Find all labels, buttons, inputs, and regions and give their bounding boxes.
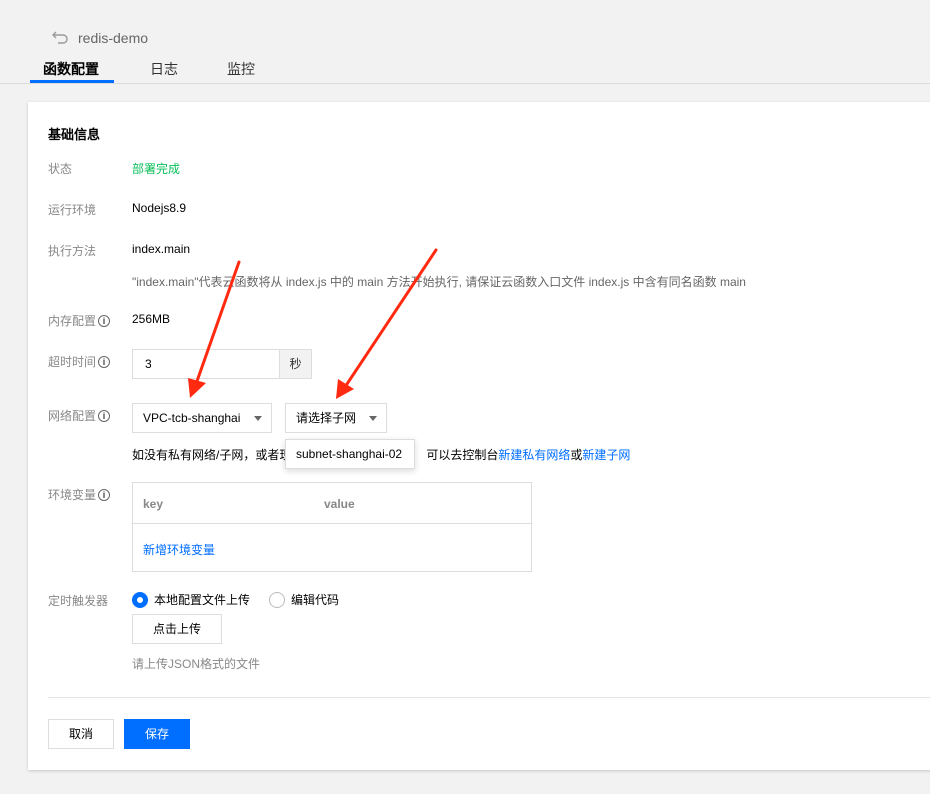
- subnet-dropdown-option[interactable]: subnet-shanghai-02: [285, 439, 415, 469]
- top-bar: redis-demo 函数配置 日志 监控: [0, 0, 930, 84]
- env-table-header: key value: [133, 483, 531, 524]
- memory-label: 内存配置 i: [48, 312, 111, 329]
- env-col-key: key: [143, 497, 164, 511]
- radio-checked-icon: [132, 591, 148, 608]
- runtime-label: 运行环境: [48, 203, 97, 217]
- trigger-label: 定时触发器: [48, 594, 109, 608]
- divider: [48, 697, 930, 698]
- caret-down-icon: [254, 416, 262, 421]
- handler-hint: "index.main"代表云函数将从 index.js 中的 main 方法开…: [132, 275, 746, 289]
- radio-edit-code[interactable]: 编辑代码: [269, 591, 339, 608]
- info-circle-icon[interactable]: i: [98, 314, 111, 327]
- config-card: 基础信息 状态 部署完成 运行环境 Nodejs8.9 执行方法 index.m…: [28, 102, 930, 770]
- back-arrow-icon[interactable]: [52, 30, 68, 44]
- info-circle-icon[interactable]: i: [98, 355, 111, 368]
- app-title: redis-demo: [78, 30, 149, 46]
- timeout-unit: 秒: [279, 349, 312, 379]
- timeout-input[interactable]: [132, 349, 280, 379]
- cancel-button[interactable]: 取消: [48, 719, 114, 749]
- upload-hint: 请上传JSON格式的文件: [132, 657, 261, 671]
- active-tab-indicator: [30, 80, 114, 83]
- timeout-label: 超时时间 i: [48, 353, 111, 370]
- subnet-select[interactable]: 请选择子网: [285, 403, 387, 433]
- handler-value: index.main: [132, 242, 191, 256]
- radio-local-upload[interactable]: 本地配置文件上传: [132, 591, 250, 608]
- env-label: 环境变量 i: [48, 486, 111, 503]
- create-vpc-link[interactable]: 新建私有网络: [498, 448, 570, 462]
- add-env-var-link[interactable]: 新增环境变量: [143, 541, 215, 558]
- tab-function-config[interactable]: 函数配置: [43, 59, 99, 79]
- info-circle-icon[interactable]: i: [98, 409, 111, 422]
- vpc-select-value: VPC-tcb-shanghai: [143, 411, 241, 425]
- tab-logs[interactable]: 日志: [150, 59, 178, 79]
- info-circle-icon[interactable]: i: [98, 488, 111, 501]
- section-title: 基础信息: [48, 127, 101, 142]
- network-label: 网络配置 i: [48, 407, 111, 424]
- subnet-select-placeholder: 请选择子网: [296, 411, 357, 425]
- status-label: 状态: [48, 162, 73, 176]
- radio-unchecked-icon: [269, 591, 285, 608]
- handler-label: 执行方法: [48, 244, 97, 258]
- env-col-value: value: [324, 497, 355, 511]
- env-table: key value 新增环境变量: [132, 482, 532, 572]
- upload-button[interactable]: 点击上传: [132, 614, 222, 644]
- create-subnet-link[interactable]: 新建子网: [582, 448, 630, 462]
- vpc-select[interactable]: VPC-tcb-shanghai: [132, 403, 272, 433]
- save-button[interactable]: 保存: [124, 719, 190, 749]
- memory-value: 256MB: [132, 312, 171, 326]
- runtime-value: Nodejs8.9: [132, 201, 187, 215]
- status-value: 部署完成: [132, 162, 181, 176]
- tab-monitor[interactable]: 监控: [227, 59, 255, 79]
- caret-down-icon: [369, 416, 377, 421]
